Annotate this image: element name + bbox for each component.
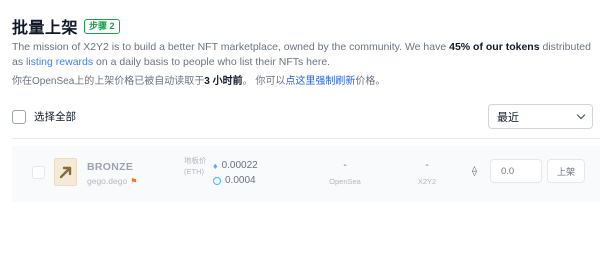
list-price-input[interactable] <box>490 159 542 183</box>
desc-highlight: 45% of our tokens <box>449 41 540 53</box>
chevron-down-icon <box>576 110 586 120</box>
note-text-1: 你在OpenSea上的上架价格已被自动读取于 <box>12 76 205 87</box>
select-all[interactable]: 选择全部 <box>12 109 76 124</box>
flag-icon[interactable]: ⚑ <box>130 177 137 186</box>
desc-text-3: on a daily basis to people who list thei… <box>93 56 331 68</box>
x2y2-column: - X2Y2 <box>402 160 452 186</box>
alt-price-value: 0.0004 <box>225 175 256 186</box>
x2y2-label: X2Y2 <box>417 177 437 186</box>
divider <box>12 138 600 139</box>
floor-price-eth: ♦ 0.00022 <box>213 160 258 171</box>
floor-price-alt: 0.0004 <box>213 175 256 186</box>
select-all-checkbox[interactable] <box>12 109 26 124</box>
nft-name: BRONZE <box>87 161 134 173</box>
refresh-note: 你在OpenSea上的上架价格已被自动读取于3 小时前。 你可以点这里强制刷新价… <box>12 72 385 87</box>
collection-name[interactable]: gego.dego <box>87 176 127 186</box>
eth-icon: ♦ <box>213 160 218 171</box>
x2y2-price: - <box>425 160 429 171</box>
opensea-price: - <box>343 160 347 171</box>
list-button[interactable]: 上架 <box>547 159 585 183</box>
eth-icon: ⟠ <box>472 166 477 177</box>
floor-price-value: 0.00022 <box>221 160 258 171</box>
floor-price-label: 地板价 (ETH) <box>184 156 207 176</box>
select-all-label: 选择全部 <box>34 111 76 123</box>
listing-rewards-link[interactable]: listing rewards <box>26 56 93 68</box>
nft-thumbnail <box>54 158 77 186</box>
step-badge: 步骤 2 <box>84 18 120 34</box>
note-time: 3 小时前 <box>204 76 243 87</box>
note-text-2: 。 你可以 <box>242 76 286 87</box>
collection-line: gego.dego ⚑ <box>87 176 137 186</box>
sort-value: 最近 <box>497 111 519 124</box>
row-checkbox[interactable] <box>32 166 45 179</box>
coin-icon <box>213 176 221 185</box>
force-refresh-link[interactable]: 点这里强制刷新 <box>285 76 355 87</box>
nft-row: BRONZE gego.dego ⚑ 地板价 (ETH) ♦ 0.00022 0… <box>12 146 600 202</box>
opensea-column: - OpenSea <box>320 160 370 186</box>
sort-dropdown[interactable]: 最近 <box>488 104 593 129</box>
opensea-label: OpenSea <box>329 177 361 186</box>
mission-description: The mission of X2Y2 is to build a better… <box>12 40 592 70</box>
desc-text-1: The mission of X2Y2 is to build a better… <box>12 41 450 53</box>
note-text-3: 价格。 <box>355 76 386 87</box>
header: 批量上架 步骤 2 <box>12 14 120 38</box>
page-title: 批量上架 <box>12 20 79 37</box>
arrow-diagonal-icon <box>59 166 71 179</box>
